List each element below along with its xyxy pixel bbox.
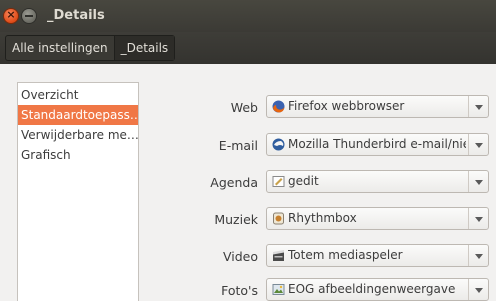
chevron-down-icon — [468, 96, 488, 117]
breadcrumb-all-settings[interactable]: Alle instellingen — [6, 36, 114, 60]
chevron-down-icon — [468, 171, 488, 192]
rhythmbox-icon — [273, 212, 284, 225]
close-icon: × — [6, 8, 16, 21]
email-combobox[interactable]: Mozilla Thunderbird e-mail/nieuws — [266, 133, 489, 156]
video-value: Totem mediaspeler — [288, 248, 403, 262]
chevron-down-icon — [468, 134, 488, 155]
agenda-combobox[interactable]: gedit — [266, 170, 489, 193]
window-title: _Details — [47, 8, 105, 23]
music-label: Muziek — [214, 212, 258, 227]
photos-combobox[interactable]: EOG afbeeldingenweergave — [266, 278, 489, 301]
sidebar-item-graphics[interactable]: Grafisch — [18, 145, 138, 165]
chevron-down-icon — [468, 245, 488, 266]
music-combobox[interactable]: Rhythmbox — [266, 207, 489, 230]
eog-icon — [272, 284, 285, 295]
thunderbird-icon — [272, 138, 285, 151]
close-window-button[interactable]: × — [4, 8, 18, 23]
toolbar: Alle instellingen _Details — [0, 32, 496, 64]
music-value: Rhythmbox — [288, 211, 357, 225]
sidebar: Overzicht Standaardtoepass… Verwijderbar… — [17, 82, 139, 301]
web-value: Firefox webbrowser — [288, 99, 405, 113]
breadcrumb: Alle instellingen _Details — [5, 35, 176, 61]
email-label: E-mail — [218, 138, 258, 153]
chevron-down-icon — [468, 208, 488, 229]
web-combobox[interactable]: Firefox webbrowser — [266, 95, 489, 118]
agenda-value: gedit — [288, 174, 319, 188]
video-combobox[interactable]: Totem mediaspeler — [266, 244, 489, 267]
chevron-down-icon — [468, 279, 488, 300]
web-label: Web — [230, 100, 258, 115]
photos-label: Foto's — [221, 283, 258, 298]
totem-icon — [273, 250, 284, 261]
sidebar-item-default-applications[interactable]: Standaardtoepass… — [18, 105, 138, 125]
title-bar: × _Details — [0, 0, 496, 32]
minimize-window-button[interactable] — [22, 9, 36, 23]
gedit-icon — [272, 176, 285, 187]
breadcrumb-details[interactable]: _Details — [113, 36, 175, 60]
firefox-icon — [272, 100, 285, 113]
video-label: Video — [222, 249, 258, 264]
sidebar-item-removable-media[interactable]: Verwijderbare me… — [18, 125, 138, 145]
email-value: Mozilla Thunderbird e-mail/nieuws — [288, 137, 466, 151]
sidebar-item-overview[interactable]: Overzicht — [18, 85, 138, 105]
photos-value: EOG afbeeldingenweergave — [288, 282, 456, 296]
agenda-label: Agenda — [210, 175, 258, 190]
minimize-icon — [25, 15, 33, 17]
